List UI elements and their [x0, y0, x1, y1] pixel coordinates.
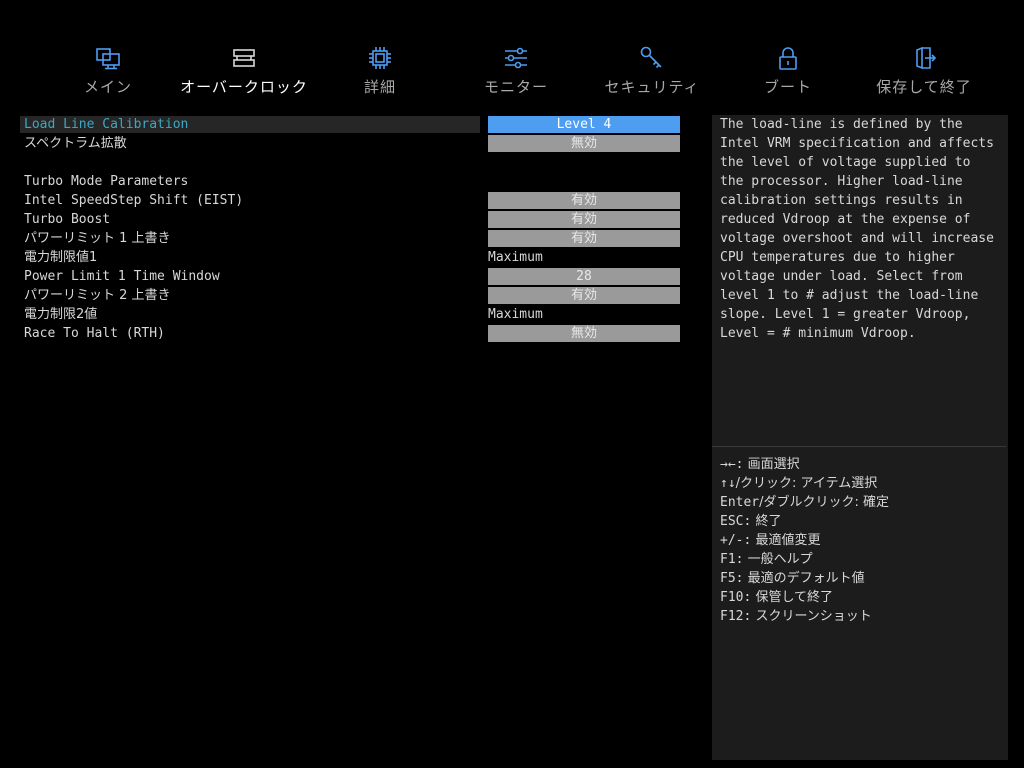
key-legend-item: →←: 画面選択: [720, 455, 1004, 474]
key-name: ↑↓: [720, 476, 736, 491]
key-name: F12:: [720, 609, 752, 624]
key-name: Enter: [720, 495, 760, 510]
key-legend-item: +/-: 最適値変更: [720, 531, 1004, 550]
key-description: 一般ヘルプ: [743, 552, 813, 567]
tab-label: オーバークロック: [180, 78, 308, 96]
setting-value-button[interactable]: 有効: [488, 192, 680, 209]
setting-label: スペクトラム拡散: [24, 136, 127, 151]
key-name: F10:: [720, 590, 752, 605]
key-legend-item: ↑↓/クリック: アイテム選択: [720, 474, 1004, 493]
setting-value-text: Maximum: [488, 307, 543, 322]
key-legend-item: F5: 最適のデフォルト値: [720, 569, 1004, 588]
key-icon: [640, 46, 662, 69]
tab-main[interactable]: メイン: [40, 44, 176, 100]
setting-label: Load Line Calibration: [24, 117, 189, 132]
setting-label: Race To Halt (RTH): [24, 326, 165, 341]
tab-save-exit[interactable]: 保存して終了: [856, 44, 992, 100]
key-description: スクリーンショット: [751, 609, 872, 624]
top-nav: メイン オーバークロック 詳細 モニター セキュリティ ブート 保存して終了: [40, 44, 992, 100]
tab-label: モニター: [483, 78, 548, 96]
key-legend-item: F12: スクリーンショット: [720, 607, 1004, 626]
setting-value-field[interactable]: 28: [488, 268, 680, 285]
setting-value-button[interactable]: 無効: [488, 135, 680, 152]
setting-power-limit-2-value[interactable]: 電力制限2値 Maximum: [20, 305, 682, 324]
setting-load-line-calibration[interactable]: Load Line Calibration Level 4: [20, 115, 682, 134]
tab-label: 詳細: [363, 78, 396, 96]
tab-label: 保存して終了: [876, 78, 972, 96]
setting-turbo-boost[interactable]: Turbo Boost 有効: [20, 210, 682, 229]
key-name: →←:: [720, 457, 744, 472]
tab-boot[interactable]: ブート: [720, 44, 856, 100]
setting-label: 電力制限値1: [24, 250, 98, 265]
setting-label: 電力制限2値: [24, 307, 98, 322]
key-description: 最適値変更: [751, 533, 821, 548]
setting-label: Power Limit 1 Time Window: [24, 269, 220, 284]
tab-security[interactable]: セキュリティ: [584, 44, 720, 100]
cpu-chip-icon: [369, 47, 391, 69]
key-name: F1:: [720, 552, 744, 567]
setting-value-button[interactable]: 有効: [488, 211, 680, 228]
setting-label: Turbo Boost: [24, 212, 111, 227]
key-description: /ダブルクリック: 確定: [759, 495, 890, 510]
help-divider: [712, 446, 1006, 447]
key-description: /クリック: アイテム選択: [735, 476, 878, 491]
setting-power-limit-1-override[interactable]: パワーリミット 1 上書き 有効: [20, 229, 682, 248]
setting-race-to-halt[interactable]: Race To Halt (RTH) 無効: [20, 324, 682, 343]
setting-label: パワーリミット 2 上書き: [24, 288, 171, 303]
key-description: 最適のデフォルト値: [743, 571, 865, 586]
setting-value-button[interactable]: 有効: [488, 230, 680, 247]
section-heading-turbo-mode: Turbo Mode Parameters: [20, 172, 682, 191]
help-panel: The load-line is defined by the Intel VR…: [712, 115, 1008, 760]
tab-monitor[interactable]: モニター: [448, 44, 584, 100]
tab-label: セキュリティ: [604, 78, 700, 96]
setting-power-limit-1-time-window[interactable]: Power Limit 1 Time Window 28: [20, 267, 682, 286]
key-description: 画面選択: [743, 457, 800, 472]
key-name: +/-:: [720, 533, 752, 548]
key-legend-item: ESC: 終了: [720, 512, 1004, 531]
setting-power-limit-1-value[interactable]: 電力制限値1 Maximum: [20, 248, 682, 267]
key-legend: →←: 画面選択 ↑↓/クリック: アイテム選択 Enter/ダブルクリック: …: [720, 455, 1004, 626]
sliders-icon: [505, 47, 527, 69]
key-name: F5:: [720, 571, 744, 586]
setting-value-button[interactable]: 有効: [488, 287, 680, 304]
key-legend-item: F1: 一般ヘルプ: [720, 550, 1004, 569]
key-description: 保管して終了: [751, 590, 834, 605]
key-name: ESC:: [720, 514, 752, 529]
lock-icon: [779, 47, 797, 70]
tab-advanced[interactable]: 詳細: [312, 44, 448, 100]
help-description: The load-line is defined by the Intel VR…: [720, 117, 994, 341]
setting-label: パワーリミット 1 上書き: [24, 231, 171, 246]
setting-power-limit-2-override[interactable]: パワーリミット 2 上書き 有効: [20, 286, 682, 305]
tab-overclock[interactable]: オーバークロック: [176, 44, 312, 100]
setting-eist[interactable]: Intel SpeedStep Shift (EIST) 有効: [20, 191, 682, 210]
setting-value-button[interactable]: 無効: [488, 325, 680, 342]
tab-label: ブート: [763, 78, 812, 96]
key-legend-item: F10: 保管して終了: [720, 588, 1004, 607]
key-description: 終了: [751, 514, 782, 529]
exit-door-icon: [916, 46, 937, 70]
section-heading: Turbo Mode Parameters: [24, 174, 189, 189]
setting-value-text: Maximum: [488, 250, 543, 265]
settings-list: Load Line Calibration Level 4 スペクトラム拡散 無…: [20, 115, 682, 755]
setting-value-button[interactable]: Level 4: [488, 116, 680, 133]
memory-icon: [233, 49, 255, 67]
computer-icon: [96, 48, 120, 70]
key-legend-item: Enter/ダブルクリック: 確定: [720, 493, 1004, 512]
setting-spread-spectrum[interactable]: スペクトラム拡散 無効: [20, 134, 682, 153]
tab-label: メイン: [83, 78, 132, 96]
setting-label: Intel SpeedStep Shift (EIST): [24, 193, 244, 208]
